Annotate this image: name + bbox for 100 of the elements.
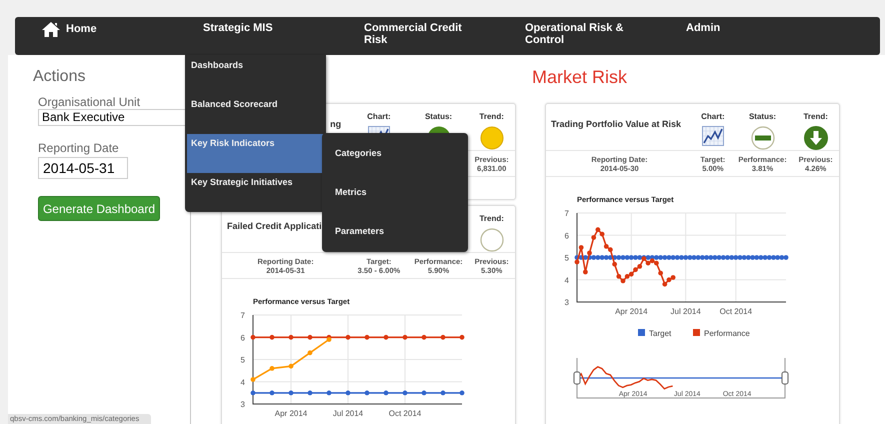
point bbox=[250, 377, 256, 382]
column-label: Chart: bbox=[701, 111, 725, 123]
point bbox=[700, 255, 705, 260]
point bbox=[326, 337, 332, 342]
nav-link[interactable]: Home bbox=[66, 22, 184, 35]
point bbox=[270, 335, 274, 340]
nav-link[interactable]: Strategic MIS bbox=[203, 22, 321, 34]
axis-tick-label: Jul 2014 bbox=[670, 307, 701, 316]
nav-link[interactable]: Commercial Credit Risk bbox=[364, 22, 482, 46]
point bbox=[637, 255, 642, 260]
point bbox=[308, 350, 312, 356]
point bbox=[637, 264, 642, 270]
card-title: Trading Portfolio Value at Risk bbox=[551, 119, 682, 129]
point bbox=[708, 255, 714, 260]
point bbox=[578, 245, 584, 250]
point bbox=[620, 255, 626, 260]
field-label: Reporting Date bbox=[38, 141, 120, 155]
menu-item[interactable]: Key Risk Indicators bbox=[187, 134, 324, 173]
point bbox=[270, 366, 274, 372]
point bbox=[679, 255, 684, 260]
panel-title: Actions bbox=[33, 67, 86, 87]
point bbox=[646, 260, 650, 266]
point bbox=[674, 255, 680, 260]
menu-item[interactable]: Parameters bbox=[335, 226, 384, 236]
point bbox=[384, 390, 388, 396]
date-input[interactable]: 2014-05-31 bbox=[38, 157, 128, 179]
minus-circle-icon bbox=[750, 126, 775, 150]
home-icon bbox=[42, 22, 60, 37]
nav-link[interactable]: Operational Risk & Control bbox=[525, 22, 643, 46]
point bbox=[696, 255, 701, 260]
column-label: Status: bbox=[748, 111, 776, 123]
point bbox=[746, 255, 751, 260]
menu-item[interactable]: Dashboards bbox=[187, 56, 324, 95]
point bbox=[308, 335, 312, 340]
point bbox=[612, 262, 617, 267]
point bbox=[624, 274, 630, 280]
point bbox=[754, 255, 760, 260]
point bbox=[346, 335, 350, 340]
legend-swatch bbox=[693, 329, 700, 336]
axis-tick-label: 7 bbox=[564, 209, 569, 218]
point bbox=[250, 335, 256, 340]
column-label: Chart: bbox=[367, 111, 391, 123]
column-label: Trend: bbox=[479, 213, 504, 225]
axis-tick-label: 6 bbox=[564, 232, 569, 240]
point bbox=[364, 390, 370, 396]
generate-dashboard-button[interactable]: Generate Dashboard bbox=[38, 196, 160, 221]
point bbox=[633, 268, 638, 272]
card-title: ng bbox=[330, 119, 342, 129]
point bbox=[733, 255, 738, 260]
point bbox=[422, 390, 426, 396]
axis-tick-label: 3 bbox=[564, 298, 569, 308]
point bbox=[784, 255, 788, 260]
point bbox=[720, 255, 726, 260]
point bbox=[422, 335, 426, 340]
section-title: Market Risk bbox=[532, 66, 628, 88]
point bbox=[670, 255, 676, 260]
point bbox=[775, 255, 780, 260]
legend-swatch bbox=[638, 329, 645, 336]
point bbox=[670, 275, 676, 280]
axis-tick-label: 5 bbox=[564, 254, 569, 263]
menu-item[interactable]: Key Strategic Initiatives bbox=[187, 173, 324, 212]
point bbox=[729, 255, 734, 260]
nav-link[interactable]: Admin bbox=[686, 22, 804, 34]
point bbox=[758, 255, 764, 260]
point bbox=[288, 364, 294, 369]
axis-tick-label: Oct 2014 bbox=[720, 307, 752, 316]
column-label: Trend: bbox=[479, 111, 504, 123]
point bbox=[654, 255, 659, 260]
point bbox=[779, 255, 784, 260]
point bbox=[750, 255, 755, 260]
point bbox=[574, 260, 580, 265]
point bbox=[738, 255, 742, 260]
point bbox=[460, 335, 464, 340]
point bbox=[712, 255, 718, 260]
axis-tick-label: 4 bbox=[564, 276, 569, 285]
point bbox=[608, 248, 613, 252]
card-title: Failed Credit Applicati bbox=[227, 221, 322, 231]
point bbox=[704, 255, 709, 260]
point bbox=[624, 255, 630, 260]
point bbox=[596, 228, 600, 232]
point bbox=[666, 255, 672, 260]
point bbox=[600, 232, 604, 237]
menu-item[interactable]: Metrics bbox=[335, 187, 367, 197]
axis-tick-label: 4 bbox=[240, 378, 245, 387]
point bbox=[346, 390, 350, 396]
point bbox=[620, 278, 626, 284]
point bbox=[628, 272, 634, 277]
point bbox=[766, 255, 772, 260]
axis-tick-label: 5 bbox=[240, 356, 245, 365]
point bbox=[440, 335, 446, 340]
point bbox=[596, 255, 600, 260]
point bbox=[650, 258, 655, 264]
point bbox=[666, 278, 672, 282]
menu-item[interactable]: Categories bbox=[335, 148, 382, 158]
field-label: Organisational Unit bbox=[38, 95, 142, 109]
empty-circle-icon bbox=[480, 228, 504, 252]
point bbox=[288, 335, 294, 340]
point bbox=[440, 390, 446, 396]
legend-label: Performance bbox=[704, 329, 750, 338]
point bbox=[591, 235, 596, 240]
